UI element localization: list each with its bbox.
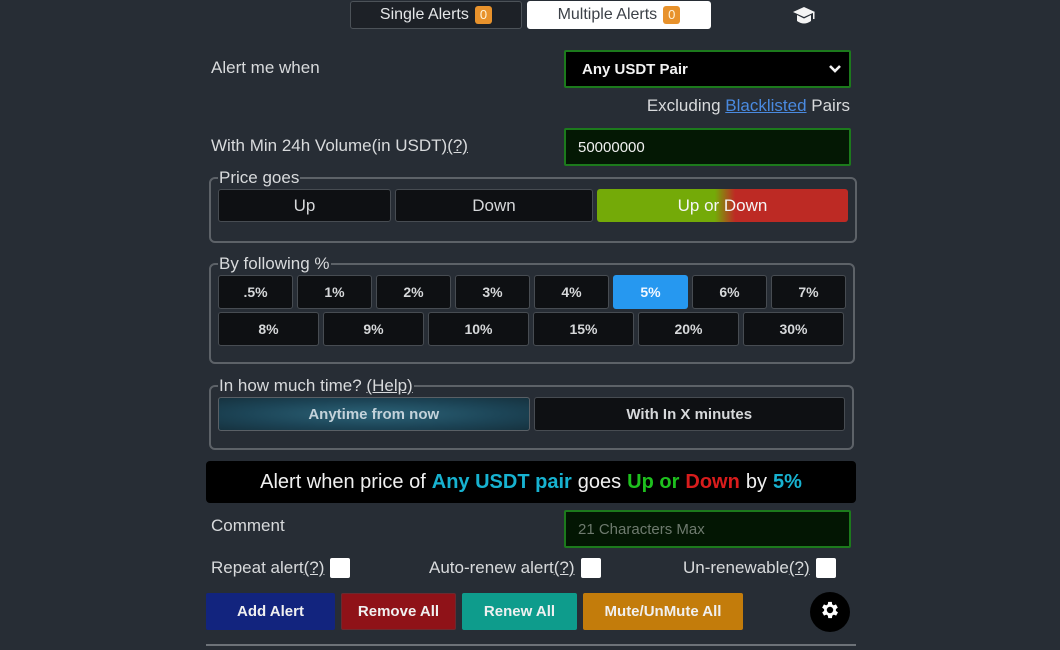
blacklisted-link[interactable]: Blacklisted	[725, 96, 806, 115]
add-alert-button[interactable]: Add Alert	[206, 593, 335, 630]
percent-group: By following % .5% 1% 2% 3% 4% 5% 6% 7% 8% 9% 10%…	[209, 254, 855, 364]
price-goes-group: Price goes Up Down Up or Down	[209, 168, 857, 243]
percent-option-button[interactable]: 10%	[428, 312, 529, 346]
pair-select[interactable]: Any USDT Pair	[564, 50, 851, 88]
repeat-alert-help[interactable]: (?)	[304, 558, 325, 577]
auto-renew-help[interactable]: (?)	[554, 558, 575, 577]
summary-down: Down	[685, 470, 740, 493]
divider	[206, 644, 856, 646]
time-legend: In how much time? (Help)	[218, 376, 414, 396]
summary-pair: Any USDT pair	[431, 470, 572, 493]
excluding-note: Excluding Blacklisted Pairs	[647, 96, 850, 116]
renew-all-button[interactable]: Renew All	[462, 593, 577, 630]
excluding-suffix: Pairs	[811, 96, 850, 115]
summary-up: Up or	[627, 470, 680, 493]
unrenewable-option: Un-renewable(?)	[683, 558, 836, 578]
summary-text: goes	[577, 470, 622, 493]
alert-type-tabs: Single Alerts 0 Multiple Alerts 0	[350, 1, 711, 29]
auto-renew-option: Auto-renew alert(?)	[429, 558, 601, 578]
comment-placeholder: 21 Characters Max	[578, 520, 705, 538]
comment-input[interactable]: 21 Characters Max	[564, 510, 851, 548]
alert-when-label: Alert me when	[211, 58, 320, 77]
mute-unmute-all-button[interactable]: Mute/UnMute All	[583, 593, 743, 630]
percent-option-button[interactable]: 20%	[638, 312, 739, 346]
action-bar: Add Alert Remove All Renew All Mute/UnMu…	[206, 593, 743, 630]
comment-label: Comment	[211, 516, 285, 535]
excluding-prefix: Excluding	[646, 96, 721, 115]
percent-option-button[interactable]: 2%	[376, 275, 451, 309]
unrenewable-help[interactable]: (?)	[789, 558, 810, 577]
tab-multiple-alerts[interactable]: Multiple Alerts 0	[527, 1, 711, 29]
tab-single-alerts[interactable]: Single Alerts 0	[350, 1, 522, 29]
price-down-button[interactable]: Down	[395, 189, 593, 222]
repeat-alert-label: Repeat alert	[211, 558, 304, 577]
count-badge: 0	[663, 6, 681, 24]
volume-label: With Min 24h Volume(in USDT)(?)	[211, 136, 468, 156]
percent-option-button[interactable]: 1%	[297, 275, 372, 309]
auto-renew-label: Auto-renew alert	[429, 558, 554, 577]
time-group: In how much time? (Help) Anytime from no…	[209, 376, 854, 450]
repeat-alert-option: Repeat alert(?)	[211, 558, 351, 578]
unrenewable-checkbox[interactable]	[815, 558, 836, 578]
percent-legend: By following %	[219, 254, 330, 273]
within-x-minutes-button[interactable]: With In X minutes	[533, 397, 845, 431]
summary-percent: 5%	[772, 470, 802, 493]
unrenewable-label: Un-renewable	[683, 558, 789, 577]
percent-option-button[interactable]: 6%	[692, 275, 767, 309]
tab-label: Multiple Alerts	[557, 6, 658, 23]
price-goes-legend: Price goes	[219, 168, 300, 187]
percent-option-button[interactable]: 30%	[743, 312, 844, 346]
min-volume-input[interactable]: 50000000	[564, 128, 851, 166]
min-volume-value: 50000000	[578, 138, 645, 156]
alert-summary: Alert when price of Any USDT pair goes U…	[206, 461, 856, 503]
summary-text: Alert when price of	[260, 470, 426, 493]
repeat-alert-checkbox[interactable]	[330, 558, 351, 578]
time-help-link[interactable]: (Help)	[366, 376, 412, 395]
percent-option-button[interactable]: .5%	[218, 275, 293, 309]
graduation-cap-icon[interactable]	[792, 6, 816, 26]
summary-text: by	[745, 470, 767, 493]
volume-help-link[interactable]: (?)	[447, 136, 468, 155]
anytime-button[interactable]: Anytime from now	[218, 397, 530, 431]
price-up-button[interactable]: Up	[218, 189, 391, 222]
tab-label: Single Alerts	[379, 6, 469, 23]
volume-label-text: With Min 24h Volume(in USDT)	[211, 136, 448, 155]
time-legend-text: In how much time?	[219, 376, 362, 395]
price-up-or-down-button[interactable]: Up or Down	[597, 189, 848, 222]
percent-option-button[interactable]: 3%	[455, 275, 530, 309]
auto-renew-checkbox[interactable]	[580, 558, 601, 578]
percent-option-button[interactable]: 7%	[771, 275, 846, 309]
chevron-down-icon	[829, 61, 841, 78]
settings-button[interactable]	[810, 592, 850, 632]
percent-option-button[interactable]: 8%	[218, 312, 319, 346]
percent-option-button[interactable]: 15%	[533, 312, 634, 346]
pair-select-value: Any USDT Pair	[582, 60, 688, 78]
percent-option-button[interactable]: 4%	[534, 275, 609, 309]
count-badge: 0	[474, 6, 493, 24]
percent-option-button[interactable]: 5%	[613, 275, 688, 309]
percent-option-button[interactable]: 9%	[323, 312, 424, 346]
gear-icon	[819, 599, 841, 626]
remove-all-button[interactable]: Remove All	[341, 593, 456, 630]
